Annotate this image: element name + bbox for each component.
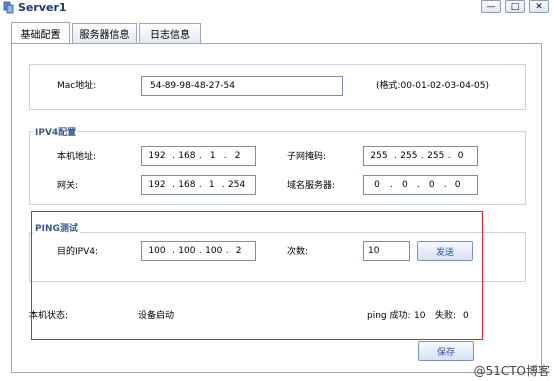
highlight-annotation <box>31 211 483 340</box>
ip-octet: 2 <box>234 151 241 161</box>
tab-server-info[interactable]: 服务器信息 <box>72 23 137 43</box>
save-button[interactable]: 保存 <box>418 341 474 361</box>
title-bar <box>0 0 554 16</box>
maximize-icon: □ <box>510 1 520 12</box>
ip-octet: 168 <box>178 151 196 161</box>
ip-octet: 255 <box>427 151 445 161</box>
gateway-label: 网关: <box>57 181 79 191</box>
ip-octet: 1 <box>209 151 216 161</box>
subnet-label: 子网掩码: <box>287 152 327 162</box>
ip-octet: 192 <box>148 151 166 161</box>
gateway-input[interactable]: 192. 168. 1. 254 <box>141 175 256 195</box>
local-ip-label: 本机地址: <box>57 152 97 162</box>
tab-log-info[interactable]: 日志信息 <box>139 23 201 43</box>
mac-format-hint: (格式:00-01-02-03-04-05) <box>376 81 490 91</box>
ip-octet: 1 <box>208 180 215 190</box>
mac-input[interactable]: 54-89-98-48-27-54 <box>141 76 343 96</box>
ipv4-legend: IPV4配置 <box>33 125 79 138</box>
maximize-button[interactable]: □ <box>505 0 525 13</box>
ip-octet: 0 <box>428 180 435 190</box>
window-title: Server1 <box>18 1 67 14</box>
server-app-icon <box>2 1 15 14</box>
mac-label: Mac地址: <box>57 81 97 91</box>
ip-octet: 255 <box>400 151 418 161</box>
tab-basic-config[interactable]: 基础配置 <box>11 22 70 44</box>
ip-octet: 0 <box>374 180 380 190</box>
ip-octet: 0 <box>402 180 408 190</box>
ip-octet: 0 <box>454 180 461 190</box>
ip-octet: 255 <box>370 151 388 161</box>
ip-octet: 168 <box>178 180 196 190</box>
watermark: @51CTO博客 <box>473 364 550 378</box>
dns-input[interactable]: 0. 0. 0. 0 <box>363 175 478 195</box>
subnet-input[interactable]: 255. 255. 255. 0 <box>363 146 478 166</box>
dns-label: 域名服务器: <box>287 181 336 191</box>
close-button[interactable]: ✕ <box>529 0 549 13</box>
ip-octet: 0 <box>457 151 464 161</box>
minimize-button[interactable]: — <box>481 0 501 13</box>
local-ip-input[interactable]: 192. 168. 1. 2 <box>141 146 256 166</box>
ip-octet: 192 <box>148 180 166 190</box>
ip-octet: 254 <box>228 180 246 190</box>
close-icon: ✕ <box>535 1 543 12</box>
minimize-icon: — <box>486 1 496 12</box>
